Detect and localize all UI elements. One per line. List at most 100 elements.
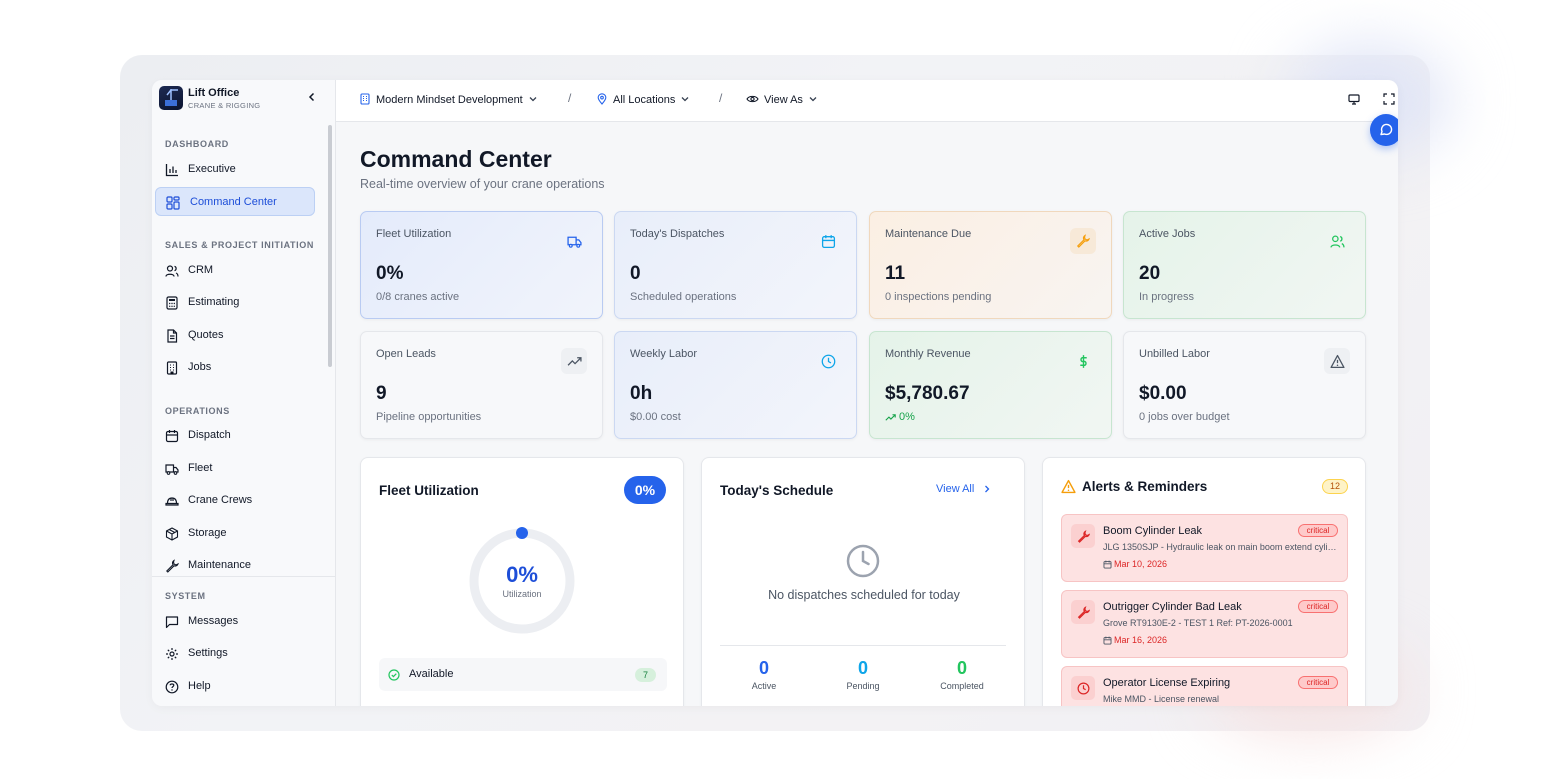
location-selector[interactable]: All Locations <box>596 92 690 108</box>
clock-icon <box>846 544 880 578</box>
view-all-link[interactable]: View All <box>936 483 992 495</box>
stat-value: 0 <box>758 658 769 678</box>
alert-description: JLG 1350SJP - Hydraulic leak on main boo… <box>1103 542 1339 552</box>
chat-button[interactable] <box>1370 114 1398 146</box>
clock-icon <box>815 348 841 374</box>
fleet-status-count: 7 <box>635 668 656 682</box>
alert-description: Mike MMD - License renewal <box>1103 694 1220 704</box>
chevron-down-icon <box>528 94 538 107</box>
eye-icon <box>746 93 759 108</box>
fullscreen-icon[interactable] <box>1382 92 1396 106</box>
kpi-subtext: In progress <box>1139 291 1195 303</box>
brand-name: Lift Office <box>188 87 240 99</box>
alerts-count-badge: 12 <box>1322 479 1348 494</box>
alert-title: Boom Cylinder Leak <box>1103 525 1203 537</box>
sidebar-item-estimating[interactable]: Estimating <box>155 288 315 317</box>
hard-hat-icon <box>165 494 179 508</box>
chat-bubble-icon <box>1380 123 1393 136</box>
kpi-fleet-utilization[interactable]: Fleet Utilization 0% 0/8 cranes active <box>360 211 603 319</box>
kpi-subtext: Pipeline opportunities <box>376 411 482 423</box>
kpi-subtext: 0/8 cranes active <box>376 291 460 303</box>
card-title: Today's Schedule <box>720 483 834 498</box>
section-label-sales: SALES & PROJECT INITIATION <box>165 240 314 250</box>
kpi-active-jobs[interactable]: Active Jobs 20 In progress <box>1123 211 1366 319</box>
stat-label: Active <box>751 681 777 691</box>
sidebar-item-label: Crane Crews <box>188 494 253 506</box>
wrench-icon <box>165 559 179 573</box>
page-subtitle: Real-time overview of your crane operati… <box>360 177 605 191</box>
alert-date: Mar 16, 2026 <box>1114 635 1168 645</box>
kpi-value: 9 <box>376 383 387 404</box>
sidebar-item-label: Settings <box>188 647 228 659</box>
stat-label: Completed <box>940 681 984 691</box>
gear-icon <box>165 647 179 661</box>
sidebar-item-label: Storage <box>188 527 227 539</box>
view-all-label: View All <box>936 483 975 495</box>
message-square-icon <box>165 615 179 629</box>
sidebar-item-jobs[interactable]: Jobs <box>155 353 315 382</box>
kpi-trend: 0% <box>885 411 915 423</box>
sidebar-item-executive[interactable]: Executive <box>155 155 315 184</box>
calendar-icon <box>1103 560 1112 569</box>
empty-schedule-text: No dispatches scheduled for today <box>768 588 960 602</box>
kpi-monthly-revenue[interactable]: Monthly Revenue $5,780.67 0% <box>869 331 1112 439</box>
wrench-icon <box>1070 228 1096 254</box>
section-label-dashboard: DASHBOARD <box>165 139 229 149</box>
company-selector[interactable]: Modern Mindset Development <box>359 92 538 108</box>
kpi-subtext: Scheduled operations <box>630 291 737 303</box>
sidebar-item-label: Dispatch <box>188 429 231 441</box>
alert-item[interactable]: Operator License Expiring critical Mike … <box>1061 666 1348 706</box>
app-window: Lift Office CRANE & RIGGING DASHBOARD Ex… <box>152 80 1398 706</box>
layout-grid-icon <box>166 196 180 210</box>
sidebar-item-help[interactable]: Help <box>155 672 315 701</box>
sidebar-divider <box>152 576 336 577</box>
sidebar-item-command-center[interactable]: Command Center <box>155 187 315 216</box>
view-as-selector[interactable]: View As <box>746 92 818 108</box>
view-as-label: View As <box>764 94 803 106</box>
sidebar-item-crm[interactable]: CRM <box>155 256 315 285</box>
fleet-status-row-available[interactable]: Available 7 <box>379 658 667 691</box>
truck-icon <box>561 228 587 254</box>
sidebar-item-fleet[interactable]: Fleet <box>155 454 315 483</box>
kpi-value: $5,780.67 <box>885 383 970 404</box>
kpi-todays-dispatches[interactable]: Today's Dispatches 0 Scheduled operation… <box>614 211 857 319</box>
severity-badge: critical <box>1298 524 1338 537</box>
sidebar-item-label: Messages <box>188 615 239 627</box>
gauge-label: Utilization <box>502 589 542 599</box>
sidebar-item-messages[interactable]: Messages <box>155 607 315 636</box>
trending-up-icon <box>885 413 896 421</box>
brand[interactable]: Lift Office CRANE & RIGGING <box>159 86 329 112</box>
sidebar-item-dispatch[interactable]: Dispatch <box>155 421 315 450</box>
kpi-unbilled-labor[interactable]: Unbilled Labor $0.00 0 jobs over budget <box>1123 331 1366 439</box>
alert-item[interactable]: Boom Cylinder Leak critical JLG 1350SJP … <box>1061 514 1348 582</box>
sidebar-item-crane-crews[interactable]: Crane Crews <box>155 486 315 515</box>
kpi-label: Open Leads <box>376 348 436 360</box>
trending-up-icon <box>561 348 587 374</box>
package-icon <box>165 527 179 541</box>
card-title: Alerts & Reminders <box>1082 479 1208 494</box>
sidebar-item-settings[interactable]: Settings <box>155 639 315 668</box>
calendar-icon <box>1103 636 1112 645</box>
stat-value: 0 <box>857 658 868 678</box>
collapse-sidebar-icon[interactable] <box>306 90 318 102</box>
sidebar-item-label: Maintenance <box>188 559 251 571</box>
section-label-operations: OPERATIONS <box>165 406 230 416</box>
check-circle-icon <box>388 669 400 681</box>
help-circle-icon <box>165 680 179 694</box>
calendar-icon <box>165 429 179 443</box>
stat-value: 0 <box>956 658 967 678</box>
sidebar-scrollbar[interactable] <box>328 125 332 367</box>
kpi-weekly-labor[interactable]: Weekly Labor 0h $0.00 cost <box>614 331 857 439</box>
monitor-icon[interactable] <box>1347 92 1361 106</box>
clock-icon <box>1071 676 1095 700</box>
kpi-open-leads[interactable]: Open Leads 9 Pipeline opportunities <box>360 331 603 439</box>
sidebar-item-quotes[interactable]: Quotes <box>155 321 315 350</box>
alert-triangle-icon <box>1324 348 1350 374</box>
sidebar-item-storage[interactable]: Storage <box>155 519 315 548</box>
kpi-label: Active Jobs <box>1139 228 1196 240</box>
alert-item[interactable]: Outrigger Cylinder Bad Leak critical Gro… <box>1061 590 1348 658</box>
users-icon <box>165 264 179 278</box>
alert-triangle-icon <box>1061 479 1076 494</box>
dollar-icon <box>1070 348 1096 374</box>
kpi-maintenance-due[interactable]: Maintenance Due 11 0 inspections pending <box>869 211 1112 319</box>
